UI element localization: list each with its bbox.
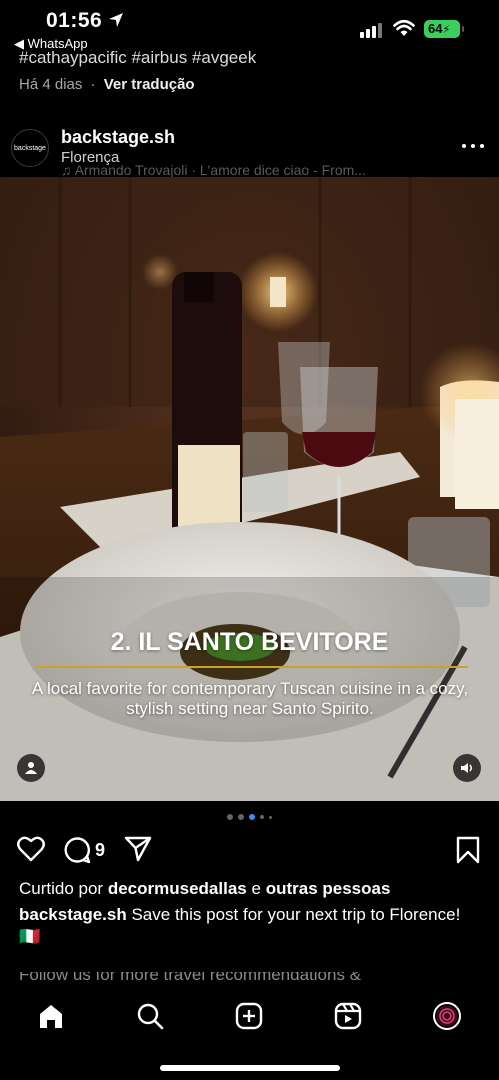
previous-post-hashtags[interactable]: #cathaypacific #airbus #avgeek — [19, 48, 419, 68]
speaker-icon[interactable] — [453, 754, 481, 782]
post-media[interactable]: 2. IL SANTO BEVITORE A local favorite fo… — [0, 177, 499, 801]
reels-icon[interactable] — [328, 996, 368, 1036]
caption-more-text: Follow us for more travel recommendation… — [19, 972, 362, 982]
create-icon[interactable] — [229, 996, 269, 1036]
previous-post-meta: Há 4 dias · Ver tradução — [19, 76, 195, 93]
see-translation-link[interactable]: Ver tradução — [104, 76, 195, 93]
profile-icon[interactable] — [427, 996, 467, 1036]
carousel-dot — [260, 815, 264, 819]
time-ago: Há 4 dias — [19, 76, 83, 93]
wifi-icon — [393, 19, 415, 36]
carousel-dot — [227, 814, 233, 820]
carousel-dot-active — [249, 814, 255, 820]
liked-prefix: Curtido por — [19, 879, 104, 898]
caption-continuation: Follow us for more travel recommendation… — [19, 972, 439, 982]
meta-separator: · — [90, 76, 96, 93]
caption-username[interactable]: backstage.sh — [19, 905, 127, 924]
liked-by: Curtido por decormusedallas e outras pes… — [19, 879, 390, 899]
overlay-title: 2. IL SANTO BEVITORE — [110, 628, 389, 656]
battery-indicator: 64⚡ — [424, 20, 464, 38]
liked-others[interactable]: outras pessoas — [266, 879, 391, 898]
liked-user[interactable]: decormusedallas — [108, 879, 247, 898]
overlay-divider — [36, 666, 468, 668]
post-caption: backstage.sh Save this post for your nex… — [19, 904, 479, 948]
charging-icon: ⚡ — [442, 24, 451, 36]
clock: 01:56 — [46, 9, 103, 32]
carousel-dot — [269, 815, 272, 819]
comment-count[interactable]: 9 — [95, 840, 105, 861]
overlay-caption: A local favorite for contemporary Tuscan… — [31, 679, 469, 718]
post-actions: 9 — [0, 834, 499, 868]
carousel-dot — [238, 814, 244, 820]
liked-and: e — [251, 879, 261, 898]
post-header: backstage ♫ Armando Trovajoli · L'amore … — [0, 118, 499, 180]
comment-icon[interactable] — [63, 836, 91, 864]
home-indicator[interactable] — [160, 1065, 340, 1071]
carousel-indicator — [0, 814, 499, 820]
cellular-signal-icon — [360, 22, 382, 38]
home-icon[interactable] — [31, 996, 71, 1036]
avatar[interactable]: backstage — [11, 129, 49, 167]
search-icon[interactable] — [130, 996, 170, 1036]
post-username[interactable]: backstage.sh — [61, 127, 175, 148]
post-location[interactable]: Florença — [61, 149, 119, 166]
location-arrow-icon — [109, 13, 123, 27]
person-icon[interactable] — [17, 754, 45, 782]
heart-icon[interactable] — [17, 836, 45, 862]
paper-plane-icon[interactable] — [124, 836, 152, 862]
bookmark-icon[interactable] — [456, 836, 480, 864]
more-dots-icon[interactable] — [462, 138, 484, 154]
battery-level: 64 — [428, 21, 443, 36]
